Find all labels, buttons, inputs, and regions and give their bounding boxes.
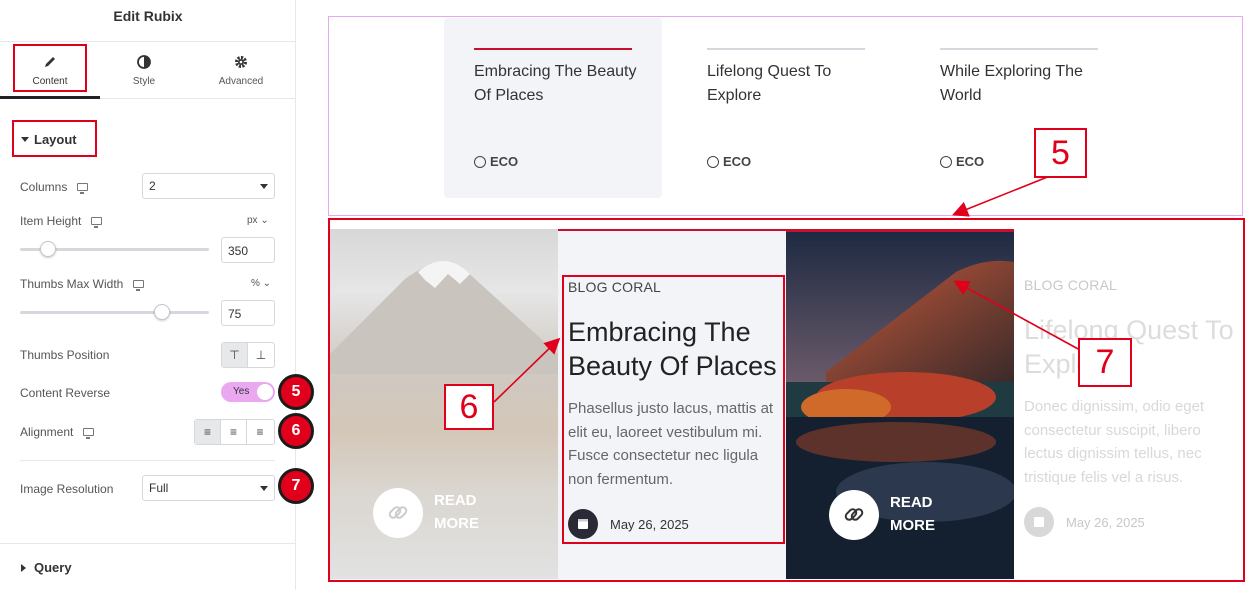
annotation-arrows <box>493 175 1081 403</box>
callout-7: 7 <box>1078 338 1132 387</box>
callout-5: 5 <box>1034 128 1087 178</box>
callout-6: 6 <box>444 384 494 430</box>
